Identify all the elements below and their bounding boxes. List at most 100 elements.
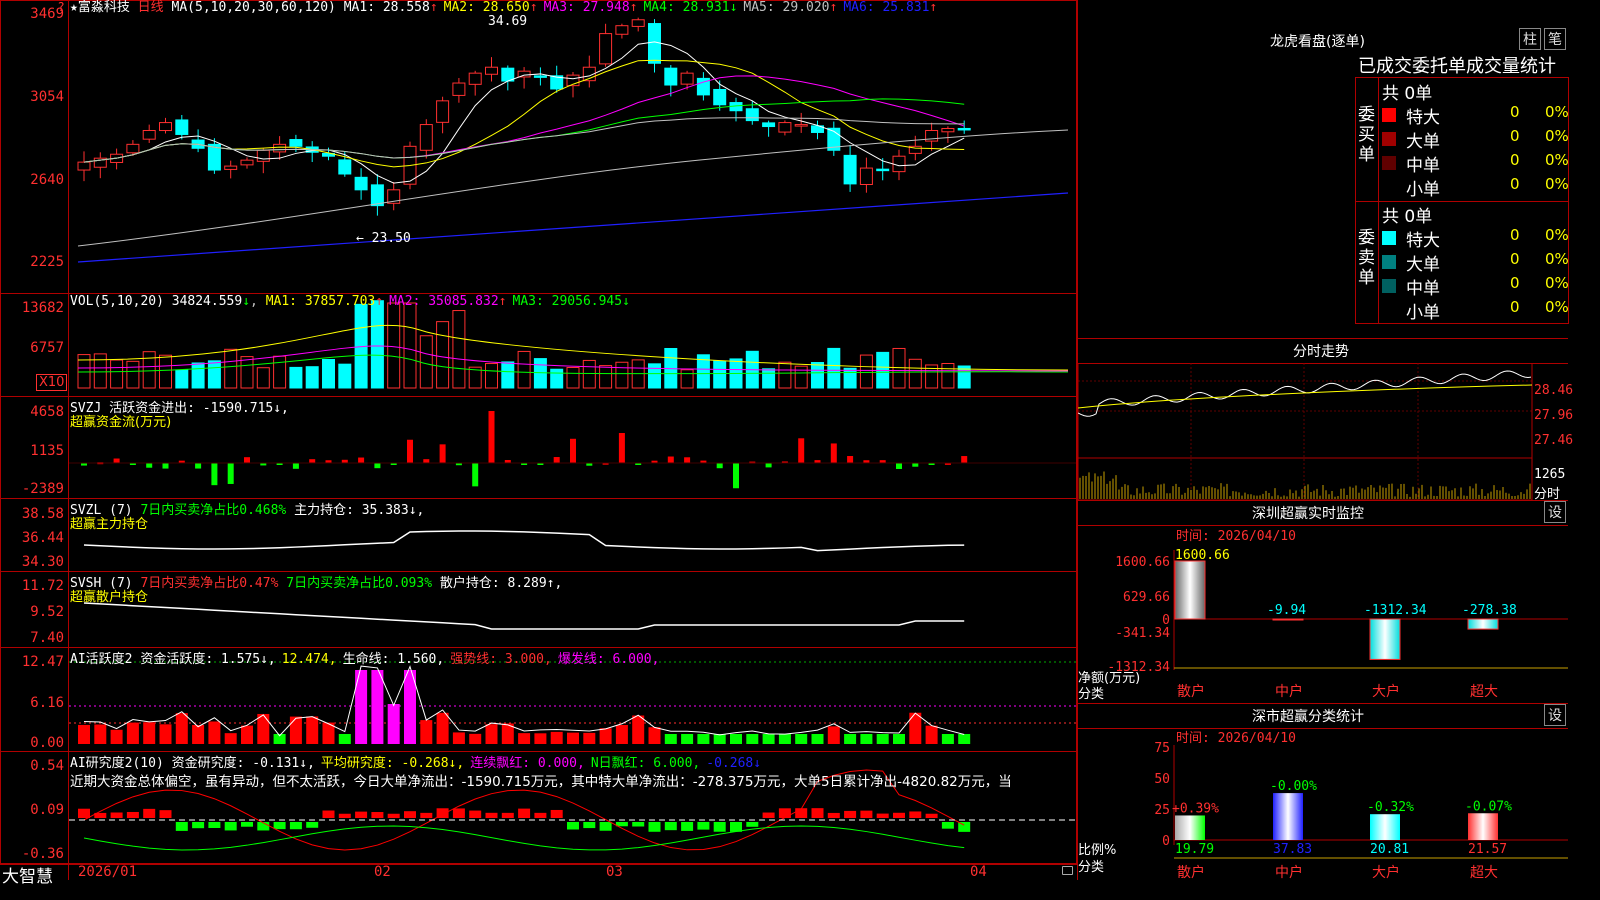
candle-body [648, 23, 661, 64]
ai-active-bar [599, 728, 612, 744]
svzj-bar [374, 463, 381, 469]
ai-active-bar [681, 734, 694, 744]
volume-bar [778, 361, 792, 389]
order-row-pct: 0% [1545, 175, 1569, 193]
classify-settings-button[interactable]: 设 [1544, 704, 1566, 726]
classify-category-label: 大户 [1372, 864, 1400, 880]
candle-body [289, 139, 303, 147]
ai-research-bar [289, 822, 302, 830]
classify-bar [1468, 813, 1498, 840]
order-row-pct: 0% [1545, 274, 1569, 292]
classify-axis-label: 0 [1162, 834, 1170, 849]
favorite-star-icon[interactable]: ★ [70, 0, 78, 15]
svzj-bar [684, 457, 691, 463]
candles [77, 17, 971, 216]
ai-research-bar [648, 822, 661, 832]
volume-bar [175, 369, 189, 389]
ai-research-bar [827, 812, 840, 818]
classify-chart[interactable]: 75 50 25 0 +0.39% 19.79 散户 -0.00% 37.83 中户 -0.32% 2… [1078, 740, 1568, 880]
classify-top-label: -0.00% [1270, 779, 1317, 794]
ai-research-bar [632, 822, 645, 827]
ai-active-bar [762, 734, 775, 744]
classify-category-label: 超大 [1470, 865, 1498, 880]
ai-active-bar [338, 734, 351, 744]
ai-active-bar [208, 721, 221, 744]
ai-active-bar [241, 725, 253, 744]
order-row-count: 0 [1510, 298, 1520, 316]
ma-params: MA(5,10,20,30,60,120) [171, 0, 336, 15]
ai-research-bar [143, 808, 156, 818]
bar-view-button[interactable]: 柱 [1519, 28, 1541, 50]
order-row-name: 中单 [1406, 279, 1440, 299]
x-axis-label: 04 [970, 864, 987, 880]
order-total: 共 0单 [1382, 207, 1433, 227]
volume-bar [566, 367, 580, 389]
candle-body [175, 119, 189, 135]
ai-active-bar [550, 731, 563, 744]
svzj-bar [407, 439, 413, 463]
ai-research-bar [485, 812, 498, 818]
classify-bar [1273, 793, 1303, 840]
candle-body [745, 108, 759, 122]
order-color-swatch [1382, 303, 1396, 317]
x-axis-bar [0, 864, 1077, 881]
volume-bar [240, 356, 254, 389]
volume-bar [859, 354, 873, 389]
ai-research-bar [681, 822, 694, 831]
ai-research-bar [518, 808, 531, 818]
order-row-pct: 0% [1545, 151, 1569, 169]
svzj-bar [553, 457, 560, 463]
order-row-name: 特大 [1406, 108, 1440, 128]
ai-research-bar [78, 808, 90, 818]
order-row-pct: 0% [1545, 226, 1569, 244]
volume-bar [452, 310, 466, 389]
ai-active-axis-label: 0.00 [30, 735, 64, 751]
ai-research-bar [697, 822, 710, 830]
ai-research-bar [420, 812, 433, 818]
ma-legend-item-3: MA3: 27.948↑ [543, 0, 638, 15]
ai-active-bar [811, 734, 824, 744]
ai-active-bar [469, 733, 482, 744]
ma-legend-item-1: MA1: 28.558↑ [343, 0, 438, 15]
monitor-chart[interactable]: 1600.66629.660-341.34-1312.341600.66散户-9… [1078, 540, 1568, 702]
x-axis-label: 02 [374, 864, 391, 880]
vol-unit-badge: X10 [36, 374, 68, 391]
chart-canvas[interactable] [0, 0, 1077, 880]
svzj-bar [309, 459, 316, 463]
candle-body [485, 66, 498, 75]
svsh-axis-label: 9.52 [30, 604, 64, 620]
ai-active-bars [78, 670, 971, 744]
volume-bar [680, 369, 694, 389]
candle-body [631, 19, 645, 27]
intraday-chart[interactable] [1078, 363, 1568, 500]
monitor-category-label: 大户 [1372, 683, 1400, 700]
ai-active-bar [78, 724, 90, 744]
ai-research-bar [550, 809, 563, 818]
svzj-bar [195, 463, 202, 469]
ma-line-120 [77, 192, 1069, 263]
ai-active-bar [844, 734, 857, 744]
ai-research-bar [208, 822, 221, 829]
classify-xlabel: 分类 [1078, 860, 1105, 875]
monitor-settings-button[interactable]: 设 [1544, 501, 1566, 523]
candle-body [159, 122, 172, 132]
order-row-pct: 0% [1545, 103, 1569, 121]
order-row-name: 大单 [1406, 132, 1440, 152]
lock-icon[interactable] [1062, 866, 1073, 875]
ai-active-item-4: 强势线: 3.000, [450, 652, 552, 667]
stock-name[interactable]: 富淼科技 [78, 0, 130, 15]
ai-active-bar [534, 733, 547, 744]
monitor-category-label: 中户 [1275, 683, 1303, 700]
svsh-subtitle: 超赢散户持仓 [70, 590, 149, 605]
svzj-axis-label: 1135 [30, 443, 64, 459]
intraday-frame [1078, 363, 1533, 500]
candle-body [468, 72, 482, 85]
ai-active-bar [567, 732, 579, 744]
candle-body [599, 33, 613, 65]
classify-bottom-label: 19.79 [1175, 842, 1214, 857]
low-price-annotation: ← 23.50 [356, 231, 411, 246]
volume-bar [273, 355, 287, 389]
order-color-swatch [1382, 255, 1396, 269]
period-label[interactable]: 日线 [138, 0, 164, 15]
pen-view-button[interactable]: 笔 [1544, 28, 1566, 50]
